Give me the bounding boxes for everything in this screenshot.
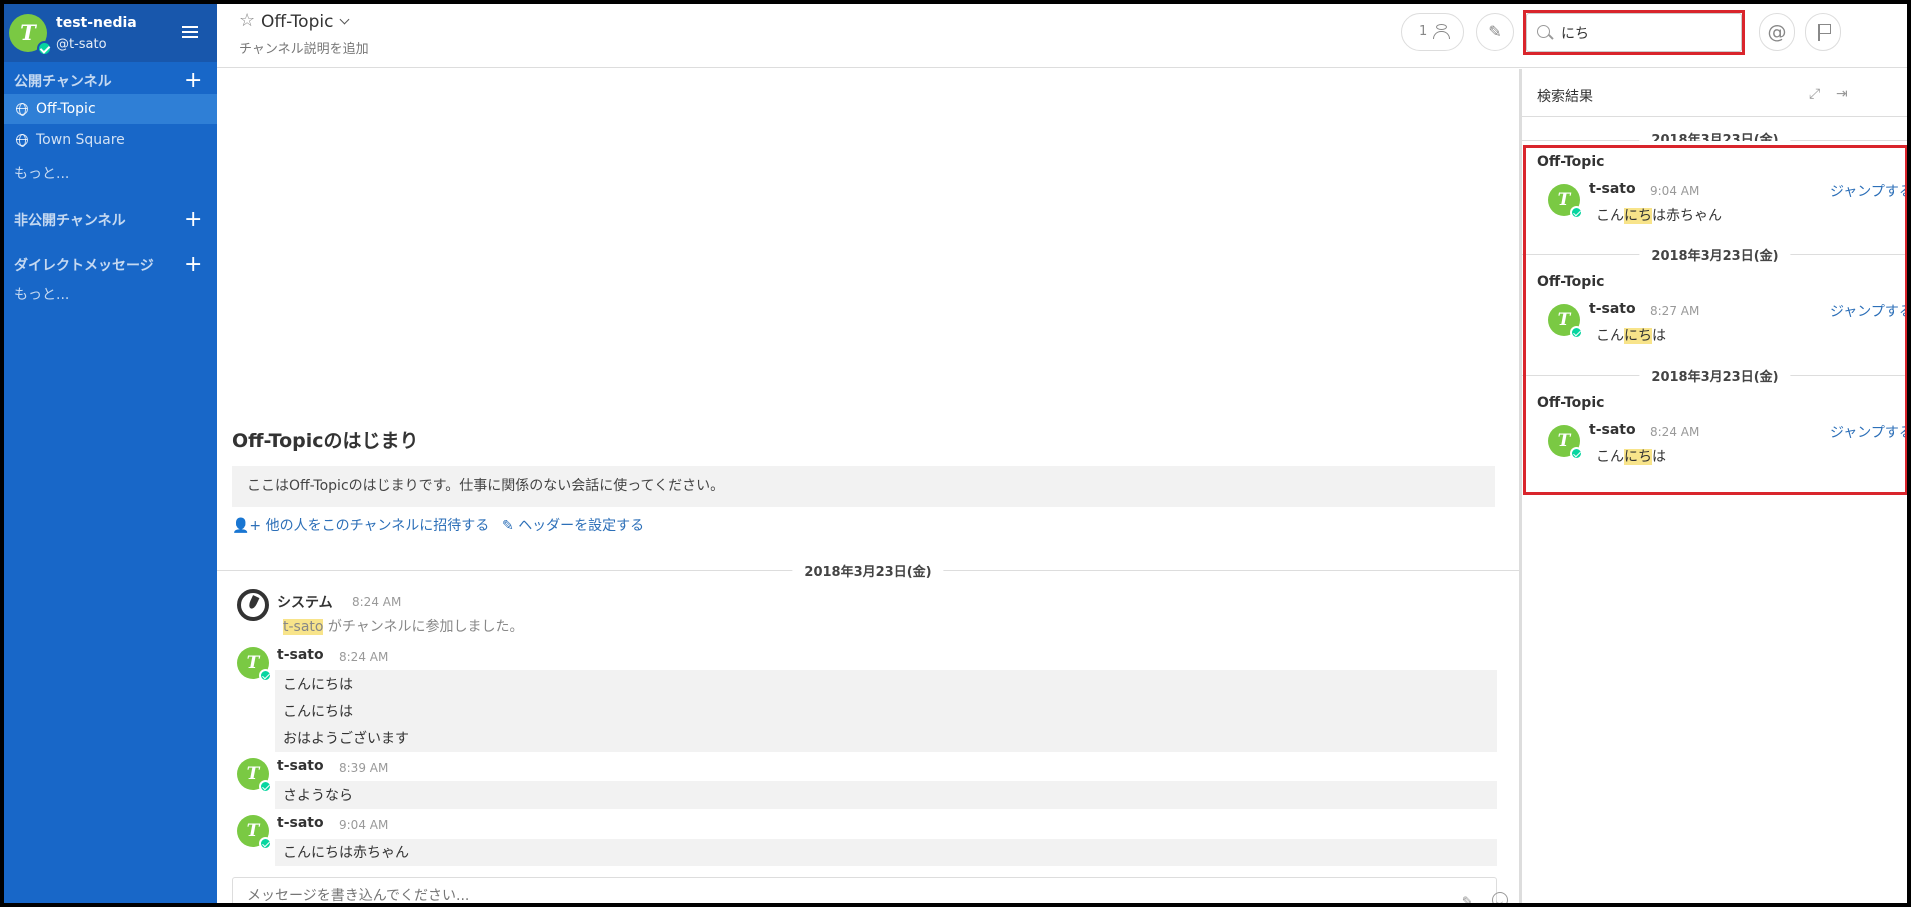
online-status-icon — [259, 837, 272, 850]
emoji-icon[interactable] — [1492, 892, 1508, 903]
date-separator: 2018年3月23日(金) — [217, 560, 1519, 580]
post-time[interactable]: 8:24 AM — [352, 595, 401, 609]
post-message: こんにちは — [283, 677, 353, 693]
jump-link[interactable]: ジャンプする — [1830, 181, 1907, 201]
attachment-icon[interactable]: ✏ — [1457, 892, 1477, 903]
search-icon — [1537, 25, 1550, 38]
result-message: こんにちは — [1596, 328, 1666, 344]
post-author[interactable]: t-sato — [277, 815, 324, 831]
mentions-button[interactable]: @ — [1759, 13, 1795, 51]
date-separator: 2018年3月23日(金) — [1522, 129, 1907, 141]
hamburger-menu-icon[interactable] — [182, 26, 198, 39]
result-channel: Off-Topic — [1537, 274, 1605, 290]
add-private-channel-icon[interactable]: + — [184, 209, 202, 231]
jump-link[interactable]: ジャンプする — [1830, 301, 1907, 321]
invite-members-link[interactable]: 👤+ 他の人をこのチャンネルに招待する — [232, 515, 489, 535]
direct-more-link[interactable]: もっと... — [14, 284, 69, 304]
username: @t-sato — [56, 37, 107, 52]
chevron-down-icon — [339, 14, 350, 25]
post-message: こんにちは — [283, 704, 353, 720]
post-time[interactable]: 9:04 AM — [339, 818, 388, 832]
message-input[interactable] — [247, 888, 1427, 903]
sidebar-item-off-topic[interactable]: Off-Topic — [4, 94, 217, 124]
result-message: こんにちは — [1596, 449, 1666, 465]
post-message: こんにちは赤ちゃん — [283, 845, 409, 861]
post-time: 8:24 AM — [1650, 425, 1700, 439]
online-status-icon — [259, 669, 272, 682]
online-status-icon — [259, 780, 272, 793]
post-body — [275, 781, 1497, 809]
search-results-title: 検索結果 — [1537, 89, 1593, 105]
channel-intro-text: ここはOff-Topicのはじまりです。仕事に関係のない会話に使ってください。 — [232, 466, 1495, 507]
app-window: T test-nedia @t-sato 公開チャンネル + Off-Topic… — [4, 4, 1907, 903]
pin-icon: ✎ — [1488, 22, 1502, 41]
set-header-link[interactable]: ✎ ヘッダーを設定する — [502, 515, 644, 535]
team-name[interactable]: test-nedia — [56, 15, 137, 31]
system-avatar — [237, 589, 269, 621]
post-body — [275, 839, 1497, 866]
sidebar-header: T test-nedia @t-sato — [4, 4, 217, 62]
pinned-posts-button[interactable]: ✎ — [1476, 13, 1514, 51]
search-results-panel: 検索結果 ⤢ ⇥ 2018年3月23日(金) Off-Topic T t-sat… — [1521, 69, 1907, 903]
channel-description[interactable]: チャンネル説明を追加 — [239, 38, 369, 57]
channel-name-dropdown[interactable]: Off-Topic — [261, 12, 350, 32]
post-body — [275, 670, 1497, 752]
expand-icon[interactable]: ⤢ — [1809, 86, 1820, 102]
online-status-icon — [1570, 206, 1583, 219]
result-channel: Off-Topic — [1537, 154, 1605, 170]
flag-icon — [1818, 24, 1831, 41]
add-direct-message-icon[interactable]: + — [184, 254, 202, 276]
post-author[interactable]: t-sato — [277, 647, 324, 663]
private-channels-heading: 非公開チャンネル — [14, 213, 126, 229]
post-author[interactable]: t-sato — [1589, 181, 1636, 197]
post-list: Off-Topicのはじまり ここはOff-Topicのはじまりです。仕事に関係… — [217, 69, 1521, 903]
flagged-posts-button[interactable] — [1805, 13, 1841, 51]
channel-name: Off-Topic — [261, 12, 334, 32]
message-composer[interactable]: ✏ — [232, 877, 1508, 903]
system-message: t-sato がチャンネルに参加しました。 — [283, 619, 524, 635]
online-status-icon — [37, 41, 52, 56]
sidebar-item-town-square[interactable]: Town Square — [4, 125, 217, 155]
post-author[interactable]: t-sato — [277, 758, 324, 774]
globe-icon — [16, 134, 28, 147]
mention[interactable]: t-sato — [283, 619, 324, 635]
jump-link[interactable]: ジャンプする — [1830, 422, 1907, 442]
member-icon — [1436, 24, 1447, 30]
post-time: 9:04 AM — [1650, 184, 1700, 198]
sidebar: T test-nedia @t-sato 公開チャンネル + Off-Topic… — [4, 4, 217, 903]
post-message: おはようございます — [283, 731, 409, 747]
channel-header: ☆ Off-Topic チャンネル説明を追加 1 ✎ @ — [217, 4, 1907, 68]
favorite-star-icon[interactable]: ☆ — [239, 10, 255, 31]
public-channels-heading: 公開チャンネル — [14, 74, 112, 90]
post-author[interactable]: システム — [277, 592, 333, 612]
date-separator: 2018年3月23日(金) — [1522, 365, 1907, 385]
post-time[interactable]: 8:39 AM — [339, 761, 388, 775]
member-count-button[interactable]: 1 — [1401, 13, 1464, 51]
sidebar-item-label: Off-Topic — [36, 101, 96, 117]
post-time: 8:27 AM — [1650, 304, 1700, 318]
post-author[interactable]: t-sato — [1589, 422, 1636, 438]
result-message: こんにちは赤ちゃん — [1596, 208, 1722, 224]
direct-messages-heading: ダイレクトメッセージ — [14, 258, 154, 274]
search-input[interactable] — [1561, 22, 1731, 44]
result-channel: Off-Topic — [1537, 395, 1605, 411]
add-public-channel-icon[interactable]: + — [184, 70, 202, 92]
at-mention-icon: @ — [1767, 21, 1787, 43]
date-separator: 2018年3月23日(金) — [1522, 244, 1907, 264]
post-time[interactable]: 8:24 AM — [339, 650, 388, 664]
public-more-link[interactable]: もっと... — [14, 163, 69, 183]
online-status-icon — [1570, 326, 1583, 339]
search-box[interactable] — [1526, 13, 1742, 52]
member-count: 1 — [1419, 24, 1428, 39]
channel-intro-title: Off-Topicのはじまり — [232, 430, 419, 452]
post-message: さようなら — [283, 788, 353, 804]
close-icon[interactable]: ⇥ — [1836, 86, 1848, 102]
online-status-icon — [1570, 447, 1583, 460]
post-author[interactable]: t-sato — [1589, 301, 1636, 317]
sidebar-item-label: Town Square — [36, 132, 125, 148]
globe-icon — [16, 103, 28, 116]
